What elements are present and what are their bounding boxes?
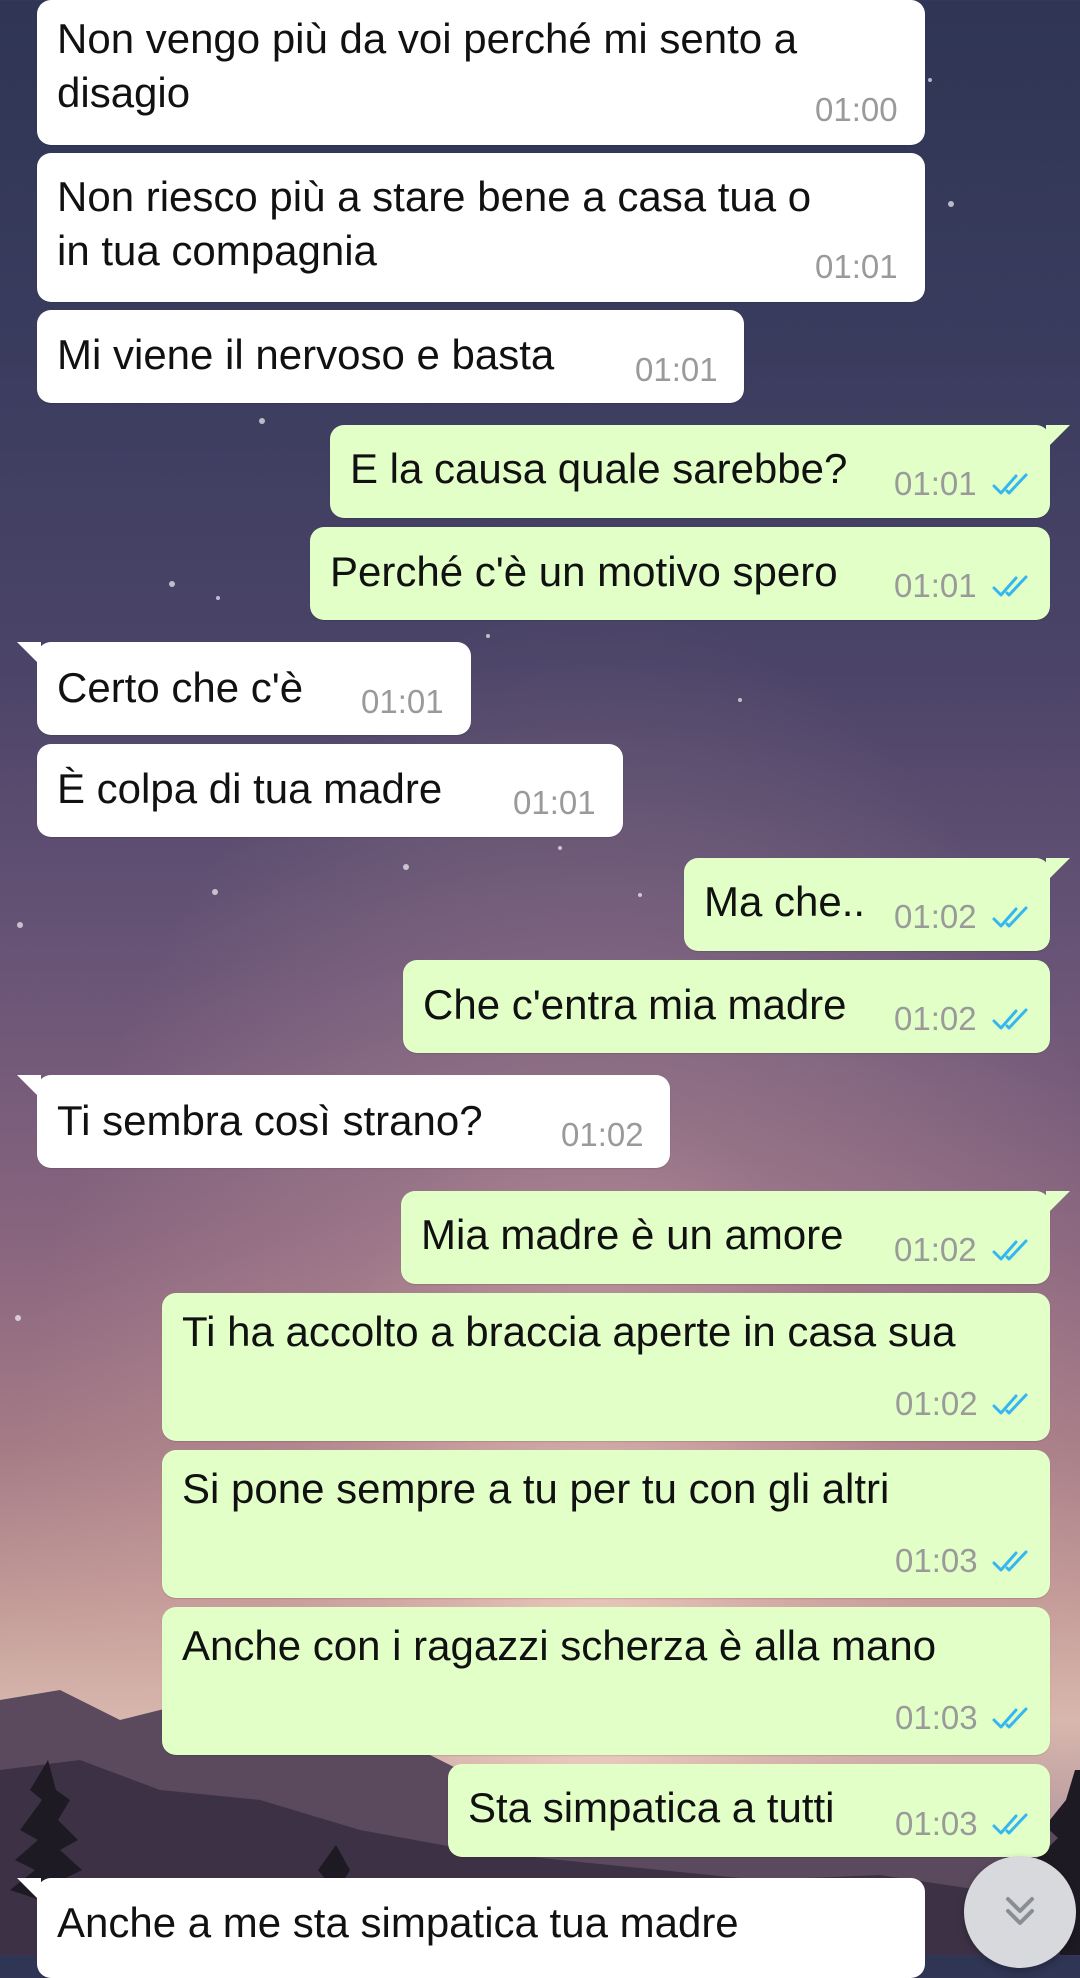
message-text: Non vengo più da voi perché mi sento a d… [57,12,797,120]
message-time: 01:00 [815,91,898,128]
message-line: Ma che.. [704,878,866,925]
message-line: E la causa quale sarebbe? [350,445,848,492]
double-check-read-icon [992,1550,1028,1572]
message-text: Ti sembra così strano? [57,1094,483,1148]
message-time: 01:02 [894,1231,977,1268]
outgoing-message-bubble[interactable]: Perché c'è un motivo spero 01:01 [310,527,1050,620]
incoming-message-bubble[interactable]: Anche a me sta simpatica tua madre [17,1878,925,1978]
double-check-read-icon [992,906,1028,928]
message-text: Che c'entra mia madre [423,978,847,1032]
message-line: in tua compagnia [57,227,377,274]
incoming-message-bubble[interactable]: È colpa di tua madre 01:01 [37,744,623,837]
message-line: Anche a me sta simpatica tua madre [57,1899,739,1946]
outgoing-message-bubble[interactable]: Ti ha accolto a braccia aperte in casa s… [162,1293,1050,1441]
message-text: Non riesco più a stare bene a casa tua o… [57,170,811,278]
incoming-message-bubble[interactable]: Ti sembra così strano? 01:02 [17,1075,670,1168]
message-time: 01:01 [513,784,596,821]
message-line: Mi viene il nervoso e basta [57,331,555,378]
outgoing-message-bubble[interactable]: Ma che.. 01:02 [684,858,1070,951]
double-check-read-icon [992,1813,1028,1835]
outgoing-message-bubble[interactable]: Che c'entra mia madre 01:02 [403,960,1050,1053]
message-time: 01:01 [635,351,718,388]
message-line: Ti sembra così strano? [57,1097,483,1144]
message-time: 01:02 [894,898,977,935]
double-check-read-icon [992,473,1028,495]
message-text: E la causa quale sarebbe? [350,442,847,496]
message-text: Mi viene il nervoso e basta [57,328,554,382]
double-chevron-down-icon [1006,1897,1034,1925]
scroll-to-bottom-button[interactable] [964,1856,1076,1968]
message-text: Anche a me sta simpatica tua madre [57,1896,739,1950]
double-check-read-icon [992,1393,1028,1415]
incoming-message-bubble[interactable]: Certo che c'è 01:01 [17,642,471,735]
message-line: Anche con i ragazzi scherza è alla mano [182,1622,937,1669]
incoming-message-bubble[interactable]: Mi viene il nervoso e basta 01:01 [37,310,744,403]
message-time: 01:03 [895,1805,978,1842]
message-time: 01:01 [894,567,977,604]
message-text: Mia madre è un amore [421,1208,844,1262]
message-time: 01:03 [895,1699,978,1736]
outgoing-message-bubble[interactable]: Mia madre è un amore 01:02 [401,1191,1070,1284]
message-line: Mia madre è un amore [421,1211,844,1258]
message-line: Non vengo più da voi perché mi sento a [57,15,798,62]
message-line: È colpa di tua madre [57,765,443,812]
message-line: Si pone sempre a tu per tu con gli altri [182,1465,890,1512]
message-line: Sta simpatica a tutti [468,1784,835,1831]
double-check-read-icon [992,1707,1028,1729]
message-line: Non riesco più a stare bene a casa tua o [57,173,812,220]
message-line: disagio [57,69,191,116]
message-time: 01:02 [561,1116,644,1153]
message-text: Perché c'è un motivo spero [330,545,838,599]
outgoing-message-bubble[interactable]: Sta simpatica a tutti 01:03 [448,1764,1050,1857]
message-time: 01:02 [895,1385,978,1422]
message-text: Certo che c'è [57,661,303,715]
outgoing-message-bubble[interactable]: Anche con i ragazzi scherza è alla mano … [162,1607,1050,1755]
message-time: 01:01 [815,248,898,285]
outgoing-message-bubble[interactable]: Si pone sempre a tu per tu con gli altri… [162,1450,1050,1598]
message-text: Sta simpatica a tutti [468,1781,835,1835]
message-line: Perché c'è un motivo spero [330,548,838,595]
message-time: 01:01 [361,683,444,720]
message-text: Ti ha accolto a braccia aperte in casa s… [182,1305,956,1359]
message-line: Ti ha accolto a braccia aperte in casa s… [182,1308,956,1355]
message-line: Certo che c'è [57,664,304,711]
double-check-read-icon [992,1239,1028,1261]
message-text: Ma che.. [704,875,865,929]
incoming-message-bubble[interactable]: Non vengo più da voi perché mi sento a d… [37,0,925,145]
message-time: 01:01 [894,465,977,502]
message-time: 01:02 [894,1000,977,1037]
message-text: Anche con i ragazzi scherza è alla mano [182,1619,936,1673]
outgoing-message-bubble[interactable]: E la causa quale sarebbe? 01:01 [330,425,1070,518]
message-text: È colpa di tua madre [57,762,442,816]
double-check-read-icon [992,575,1028,597]
message-text: Si pone sempre a tu per tu con gli altri [182,1462,889,1516]
double-check-read-icon [992,1008,1028,1030]
message-time: 01:03 [895,1542,978,1579]
message-line: Che c'entra mia madre [423,981,847,1028]
chat-messages: Non vengo più da voi perché mi sento a d… [0,0,1080,1978]
incoming-message-bubble[interactable]: Non riesco più a stare bene a casa tua o… [37,153,925,302]
